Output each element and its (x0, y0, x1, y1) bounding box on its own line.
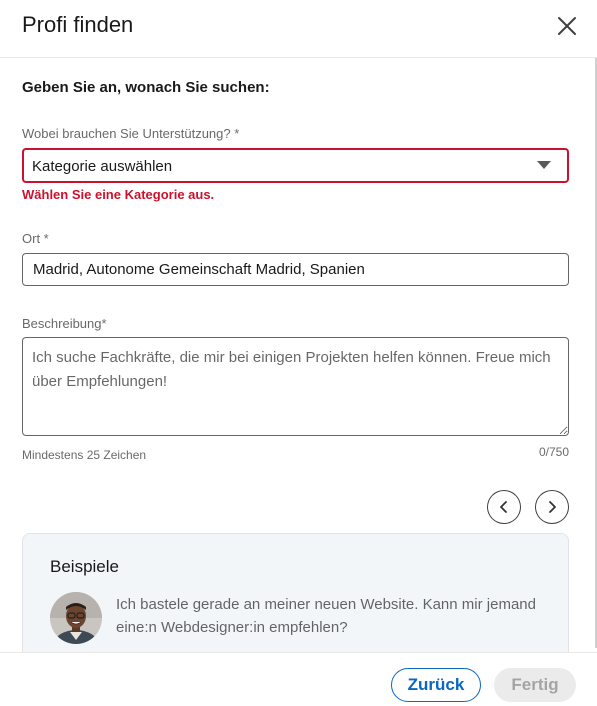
back-button[interactable]: Zurück (391, 668, 481, 702)
chevron-left-icon (500, 501, 507, 513)
form-prompt: Geben Sie an, wonach Sie suchen: (22, 79, 270, 96)
description-textarea[interactable] (22, 337, 569, 436)
find-expert-dialog: Profi finden Geben Sie an, wonach Sie su… (0, 0, 597, 706)
category-select-value: Kategorie auswählen (32, 158, 173, 175)
category-select[interactable]: Kategorie auswählen (22, 148, 569, 183)
category-error-message: Wählen Sie eine Kategorie aus. (22, 187, 215, 202)
close-icon (558, 17, 576, 35)
location-input[interactable] (22, 253, 569, 286)
examples-title: Beispiele (50, 557, 119, 576)
next-example-button[interactable] (535, 490, 569, 524)
example-text: Ich bastele gerade an meiner neuen Websi… (116, 596, 536, 636)
chevron-right-icon (549, 501, 556, 513)
description-hint: Mindestens 25 Zeichen (22, 448, 147, 462)
dialog-header: Profi finden (0, 0, 597, 58)
done-button[interactable]: Fertig (494, 668, 576, 702)
location-label: Ort * (22, 231, 49, 246)
close-button[interactable] (552, 11, 582, 41)
avatar (50, 592, 102, 644)
dialog-title: Profi finden (22, 12, 134, 37)
dialog-footer: Zurück Fertig (0, 652, 597, 706)
description-label: Beschreibung* (22, 316, 107, 331)
caret-down-icon (537, 161, 551, 169)
character-counter: 0/750 (538, 445, 569, 459)
category-label: Wobei brauchen Sie Unterstützung? * (22, 126, 240, 141)
previous-example-button[interactable] (487, 490, 521, 524)
